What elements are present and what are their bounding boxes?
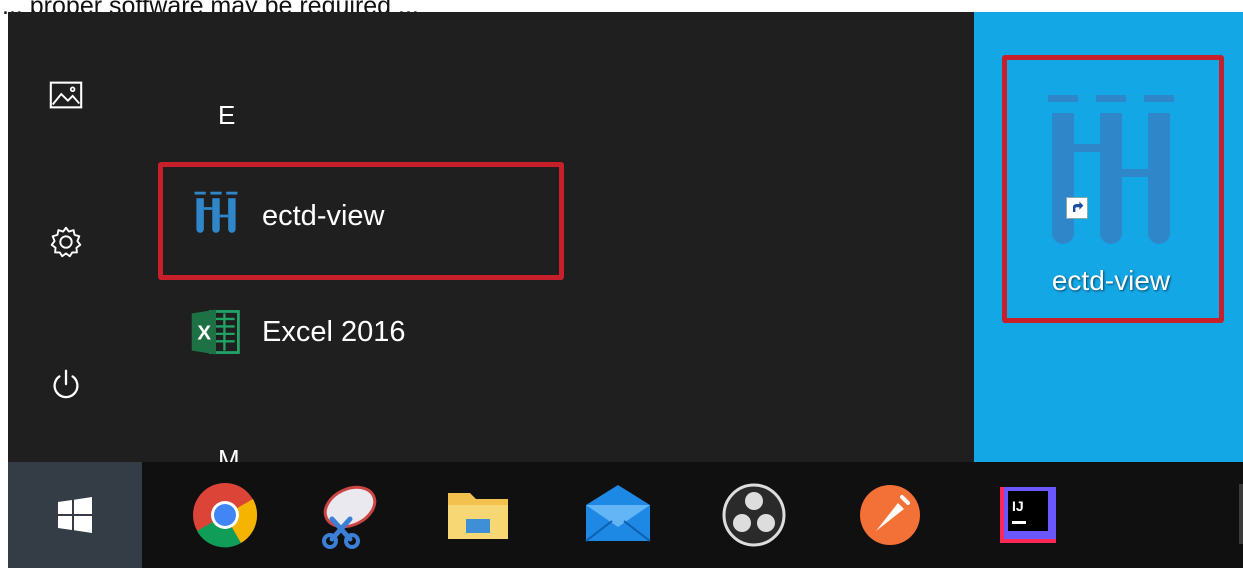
intellij-icon: IJ [1000,487,1056,543]
taskbar-edge [1239,484,1243,544]
pictures-icon [49,81,83,109]
start-menu-rail [8,12,148,464]
group-header-e[interactable]: E [218,100,235,131]
taskbar-mail[interactable] [558,462,678,568]
ectd-view-icon [1036,93,1186,263]
settings-gear-icon [50,226,82,258]
taskbar-chrome[interactable] [165,462,285,568]
power-button[interactable] [38,357,94,413]
app-item-ectd-view[interactable]: ectd-view [188,180,588,252]
app-list: E ectd-view X Excel 2016 M [148,12,974,464]
start-menu: E ectd-view X Excel 2016 M [8,12,974,464]
postman-icon [860,485,920,545]
taskbar-obs[interactable] [694,462,814,568]
ectd-view-icon [188,188,244,244]
windows-logo-icon [58,497,92,533]
app-item-excel-2016[interactable]: X Excel 2016 [188,296,588,368]
mail-icon [585,485,651,542]
pictures-button[interactable] [38,67,94,123]
svg-text:X: X [197,321,211,344]
taskbar: IJ [8,462,1243,568]
screenshot-stage: ... proper software may be required ... [0,0,1243,579]
obs-icon [722,483,786,547]
taskbar-snipping-tool[interactable] [286,462,406,568]
taskbar-intellij[interactable]: IJ [968,462,1088,568]
taskbar-postman[interactable] [830,462,950,568]
snipping-tool-icon [322,485,377,549]
tile-label-ectd-view: ectd-view [1051,265,1171,296]
chrome-icon [193,483,258,548]
start-tiles-panel: ectd-view [974,12,1243,464]
power-icon [53,369,79,399]
settings-button[interactable] [38,214,94,270]
excel-icon: X [188,304,244,360]
group-header-m[interactable]: M [218,444,240,464]
app-label-excel-2016: Excel 2016 [262,315,406,348]
start-button[interactable] [8,462,142,568]
taskbar-file-explorer[interactable] [418,462,538,568]
tile-ectd-view[interactable]: ectd-view [1004,57,1218,321]
shortcut-arrow-icon [1066,197,1088,219]
file-explorer-icon [448,493,508,539]
app-label-ectd-view: ectd-view [262,199,385,232]
svg-text:IJ: IJ [1012,498,1024,514]
bottom-strip [0,568,1243,579]
